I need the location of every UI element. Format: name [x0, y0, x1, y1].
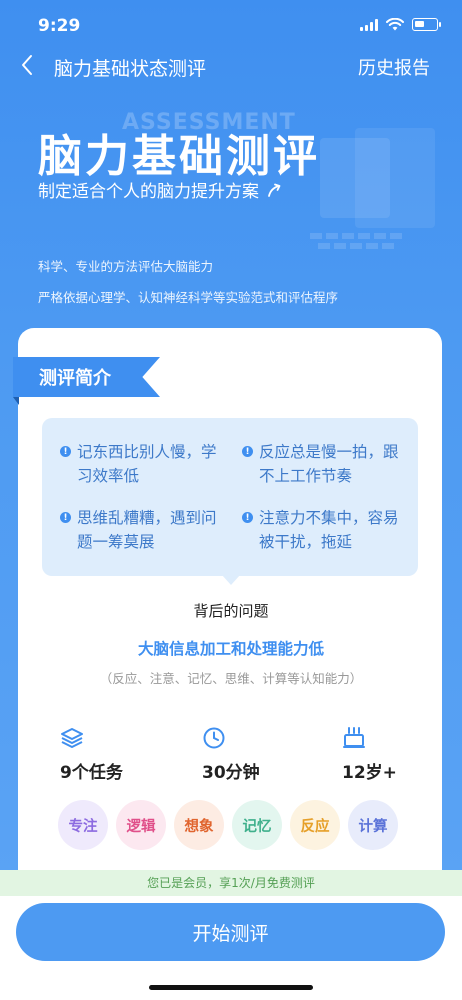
hero-subtitle: 制定适合个人的脑力提升方案	[38, 177, 283, 202]
clock-icon	[203, 727, 225, 749]
tag-label: 记忆	[242, 818, 272, 835]
alert-icon: !	[60, 446, 71, 457]
alert-icon: !	[60, 512, 71, 523]
behind-heading: 背后的问题	[193, 602, 269, 620]
core-problem: 大脑信息加工和处理能力低	[137, 640, 324, 658]
problem-text: 思维乱糟糟，遇到问题一筹莫展	[77, 509, 217, 551]
status-icons	[360, 18, 441, 31]
battery-icon	[412, 18, 441, 31]
core-problem-detail: （反应、注意、记忆、思维、计算等认知能力）	[99, 671, 363, 686]
signal-icon	[360, 18, 378, 31]
status-bar: 9:29	[0, 0, 462, 50]
start-assessment-button[interactable]: 开始测评	[16, 903, 445, 961]
hero-description-1: 科学、专业的方法评估大脑能力	[38, 259, 214, 274]
tag-imagination: 想象	[174, 800, 224, 850]
stat-value: 30分钟	[202, 763, 260, 783]
tag-label: 计算	[358, 818, 388, 835]
layers-icon	[61, 728, 83, 748]
tag-label: 想象	[184, 818, 214, 835]
intro-ribbon: 测评简介	[13, 357, 160, 397]
ability-tags: 专注 逻辑 想象 记忆 反应 计算	[58, 800, 398, 850]
tag-memory: 记忆	[232, 800, 282, 850]
back-icon[interactable]	[18, 52, 38, 78]
alert-icon: !	[242, 512, 253, 523]
cake-icon	[343, 727, 365, 748]
history-report-button[interactable]: 历史报告	[358, 54, 430, 80]
nav-bar: 脑力基础状态测评 历史报告	[0, 50, 462, 82]
problem-item: ! 记东西比别人慢，学习效率低	[60, 440, 230, 488]
member-notice: 您已是会员，享1次/月免费测评	[0, 870, 462, 896]
hero-description-2: 严格依据心理学、认知神经科学等实验范式和评估程序	[38, 290, 339, 305]
hero-subtitle-text: 制定适合个人的脑力提升方案	[38, 182, 259, 202]
problem-item: ! 反应总是慢一拍，跟不上工作节奏	[242, 440, 402, 488]
tag-calculation: 计算	[348, 800, 398, 850]
stat-duration: 30分钟	[202, 726, 322, 783]
stat-tasks: 9个任务	[60, 726, 180, 783]
stat-value: 12岁+	[342, 763, 397, 783]
tag-logic: 逻辑	[116, 800, 166, 850]
alert-icon: !	[242, 446, 253, 457]
tag-label: 反应	[300, 818, 330, 835]
problem-text: 注意力不集中，容易被干扰，拖延	[259, 509, 399, 551]
tag-label: 专注	[68, 818, 98, 835]
tag-label: 逻辑	[126, 818, 156, 835]
page-title: 脑力基础状态测评	[54, 58, 207, 80]
tag-focus: 专注	[58, 800, 108, 850]
wifi-icon	[386, 18, 404, 31]
curved-arrow-icon	[268, 183, 281, 197]
tag-reaction: 反应	[290, 800, 340, 850]
status-time: 9:29	[38, 16, 81, 36]
stat-age: 12岁+	[342, 726, 462, 783]
hero-title: 脑力基础测评	[38, 131, 320, 182]
problem-text: 记东西比别人慢，学习效率低	[77, 443, 217, 485]
problem-item: ! 注意力不集中，容易被干扰，拖延	[242, 506, 402, 554]
problem-text: 反应总是慢一拍，跟不上工作节奏	[259, 443, 399, 485]
bubble-tail	[222, 575, 240, 585]
home-indicator	[149, 985, 313, 990]
stat-value: 9个任务	[60, 763, 123, 783]
problem-item: ! 思维乱糟糟，遇到问题一筹莫展	[60, 506, 230, 554]
decorative-panels-icon	[310, 128, 435, 249]
